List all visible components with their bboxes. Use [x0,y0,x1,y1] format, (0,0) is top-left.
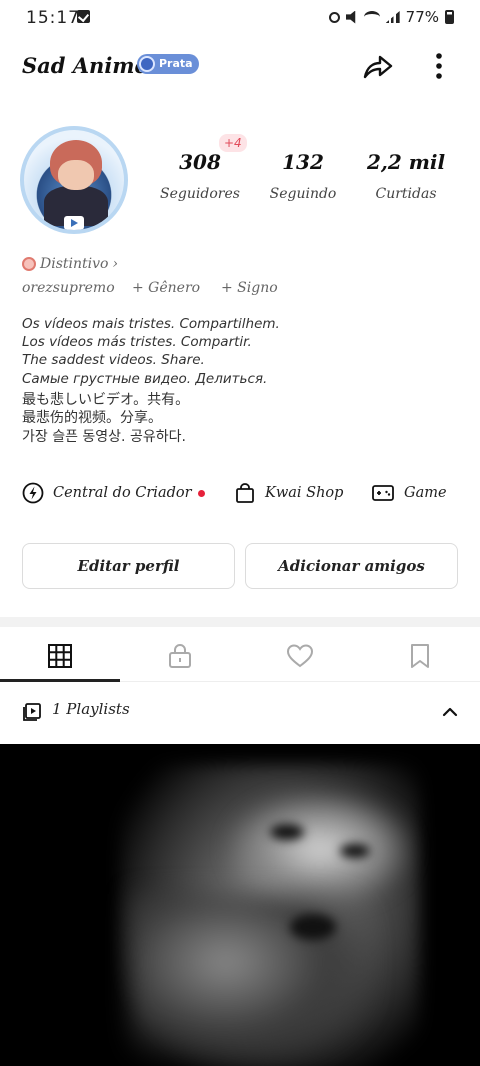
profile-name: Sad Anime [22,53,148,78]
avatar[interactable] [20,126,128,234]
playlists-section[interactable]: 1 Playlists [0,692,480,732]
active-tab-indicator [0,679,120,682]
status-bar: 15:17 77% [0,0,480,36]
bio-line: 가장 슬픈 동영상. 공유하다. [22,428,186,445]
add-friends-button[interactable]: Adicionar amigos [245,543,458,589]
signal-icon [385,11,400,23]
bookmark-icon [411,644,429,668]
following-stat[interactable]: 132 Seguindo [248,150,358,202]
bio-line: 最悲伤的视频。分享。 [22,410,162,427]
following-label: Seguindo [269,186,337,202]
kwai-shop-label: Kwai Shop [265,485,344,501]
grid-icon [48,644,72,668]
bio-line: Los vídeos más tristes. Compartir. [22,334,252,351]
notification-icon [77,10,90,23]
distintivo-label: Distintivo [40,256,109,272]
battery-icon [445,10,454,24]
add-sign-button[interactable]: + Signo [221,280,278,296]
notification-dot [197,489,205,497]
creator-center-link[interactable]: Central do Criador [22,478,205,508]
play-icon [64,216,84,230]
creator-center-label: Central do Criador [53,485,192,501]
kwai-shop-link[interactable]: Kwai Shop [234,478,343,508]
bio-line: The saddest videos. Share. [22,352,205,369]
section-divider [0,617,480,627]
game-label: Game [404,485,447,501]
status-indicators: 77% [328,8,454,26]
tab-saved[interactable] [360,630,480,682]
more-options-icon[interactable] [428,50,450,82]
status-time: 15:17 [26,8,80,28]
username: orezsupremo [22,280,115,296]
followers-stat[interactable]: 308 Seguidores [145,150,255,202]
distintivo-link[interactable]: Distintivo › [22,256,118,272]
game-link[interactable]: Game [371,478,447,508]
content-tabs [0,630,480,682]
tab-posts[interactable] [0,630,120,682]
badge-icon [139,56,155,72]
bio-line: Os vídeos mais tristes. Compartilhem. [22,316,280,332]
add-gender-button[interactable]: + Gênero [132,280,200,296]
tab-liked[interactable] [240,630,360,682]
badge-label: Prata [159,57,193,70]
profile-header: Sad Anime Prata [0,44,480,88]
bio-line: Самые грустные видео. Делиться. [22,370,268,387]
profile-links: Central do Criador Kwai Shop Game [0,478,480,508]
level-badge[interactable]: Prata [137,54,199,74]
chevron-right-icon: › [112,256,119,272]
wifi-icon [363,11,380,23]
followers-count: 308 [179,150,221,174]
followers-label: Seguidores [160,186,240,202]
heart-icon [286,644,314,668]
lock-icon [169,643,191,668]
chevron-up-icon[interactable] [440,702,460,722]
gamepad-icon [372,485,394,501]
alarm-icon [328,11,340,23]
bio-line: 最も悲しいビデオ。共有。 [22,391,190,408]
following-count: 132 [282,150,324,174]
mute-icon [345,10,356,24]
tab-private[interactable] [120,630,240,682]
shopping-bag-icon [236,483,254,503]
battery-percent: 77% [405,8,439,26]
share-icon[interactable] [361,50,395,82]
profile-bio: Os vídeos mais tristes. Compartilhem. Lo… [22,316,462,445]
likes-stat[interactable]: 2,2 mil Curtidas [351,150,461,202]
playlists-label: 1 Playlists [52,700,130,718]
edit-profile-button[interactable]: Editar perfil [22,543,235,589]
video-player[interactable] [0,744,480,1066]
distintivo-icon [22,257,36,271]
playlist-icon [23,703,41,721]
lightning-icon [22,482,44,504]
likes-label: Curtidas [375,186,437,202]
likes-count: 2,2 mil [366,150,446,174]
